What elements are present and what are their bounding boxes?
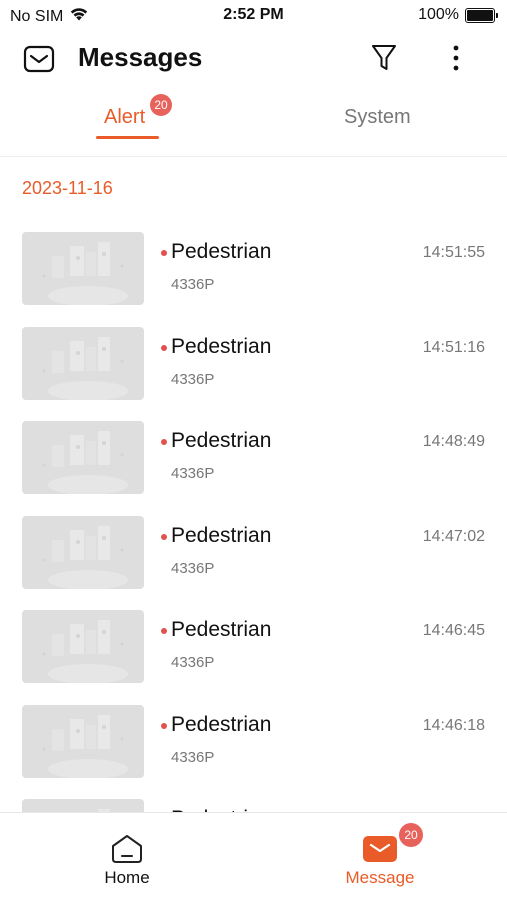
message-device: 4336P <box>171 370 215 388</box>
thumbnail <box>22 610 144 683</box>
message-device: 4336P <box>171 748 215 766</box>
list-item[interactable]: Pedestrian <box>0 799 507 812</box>
placeholder-image-icon <box>42 620 128 683</box>
thumbnail <box>22 799 144 812</box>
date-group-header: 2023-11-16 <box>22 178 113 198</box>
message-device: 4336P <box>171 559 215 577</box>
status-right: 100% <box>418 6 498 24</box>
mail-icon[interactable] <box>22 44 56 79</box>
message-title: Pedestrian <box>171 618 272 641</box>
message-device: 4336P <box>171 465 215 482</box>
message-title: Pedestrian <box>171 712 272 736</box>
thumbnail <box>22 515 144 589</box>
placeholder-image-icon <box>42 714 128 778</box>
list-item[interactable]: Pedestrian 4336P 14:48:49 <box>0 421 507 516</box>
placeholder-image-icon <box>42 242 128 305</box>
battery-icon <box>465 7 498 23</box>
battery-percent: 100% <box>418 6 459 23</box>
message-badge: 20 <box>399 823 423 847</box>
filter-icon[interactable] <box>370 42 398 79</box>
placeholder-image-icon <box>42 525 128 589</box>
alert-badge: 20 <box>150 94 172 116</box>
tab-system-label: System <box>344 106 411 128</box>
page-title: Messages <box>78 42 203 72</box>
home-icon <box>109 833 145 870</box>
message-title: Pedestrian <box>171 429 272 452</box>
unread-dot <box>161 628 167 634</box>
message-title: Pedestrian <box>171 523 272 547</box>
message-list[interactable]: Pedestrian 4336P 14:51:55 Pedestrian 4336P 14… <box>0 232 507 812</box>
list-item[interactable]: Pedestrian 4336P 14:46:18 <box>0 704 507 800</box>
placeholder-image-icon <box>42 336 128 400</box>
message-icon <box>362 833 398 870</box>
message-time: 14:51:16 <box>422 338 485 356</box>
unread-dot <box>161 250 167 256</box>
thumbnail <box>22 421 144 494</box>
header: Messages <box>0 36 507 82</box>
tab-alert-label: Alert <box>104 106 146 128</box>
message-time: 14:46:45 <box>422 622 485 639</box>
message-time: 14:46:18 <box>422 716 485 734</box>
message-time: 14:48:49 <box>422 433 485 450</box>
list-item[interactable]: Pedestrian 4336P 14:47:02 <box>0 515 507 611</box>
message-device: 4336P <box>171 276 215 293</box>
thumbnail <box>22 326 144 400</box>
placeholder-image-icon <box>98 809 110 812</box>
unread-dot <box>161 533 167 540</box>
thumbnail <box>22 704 144 778</box>
list-item[interactable]: Pedestrian 4336P 14:51:55 <box>0 232 507 327</box>
unread-dot <box>161 439 167 445</box>
message-title: Pedestrian <box>171 240 272 263</box>
tab-alert[interactable]: Alert <box>104 106 145 129</box>
thumbnail <box>22 232 144 305</box>
tab-system[interactable]: System <box>344 106 411 129</box>
bottom-tab-bar: Home 20 Message <box>0 812 507 901</box>
tabbar-message-label: Message <box>345 868 415 887</box>
unread-dot <box>161 344 167 351</box>
tabbar-home-label: Home <box>104 868 150 887</box>
message-device: 4336P <box>171 654 215 671</box>
status-bar: No SIM 2:52 PM 100% <box>0 0 507 30</box>
unread-dot <box>161 722 167 729</box>
tab-strip: Alert 20 System <box>0 94 507 157</box>
message-time: 14:51:55 <box>422 244 485 261</box>
list-item[interactable]: Pedestrian 4336P 14:51:16 <box>0 326 507 422</box>
more-icon[interactable] <box>446 42 466 79</box>
tab-active-indicator <box>96 136 159 139</box>
message-title: Pedestrian <box>171 334 272 358</box>
list-item[interactable]: Pedestrian 4336P 14:46:45 <box>0 610 507 705</box>
placeholder-image-icon <box>42 431 128 494</box>
message-time: 14:47:02 <box>422 527 485 545</box>
